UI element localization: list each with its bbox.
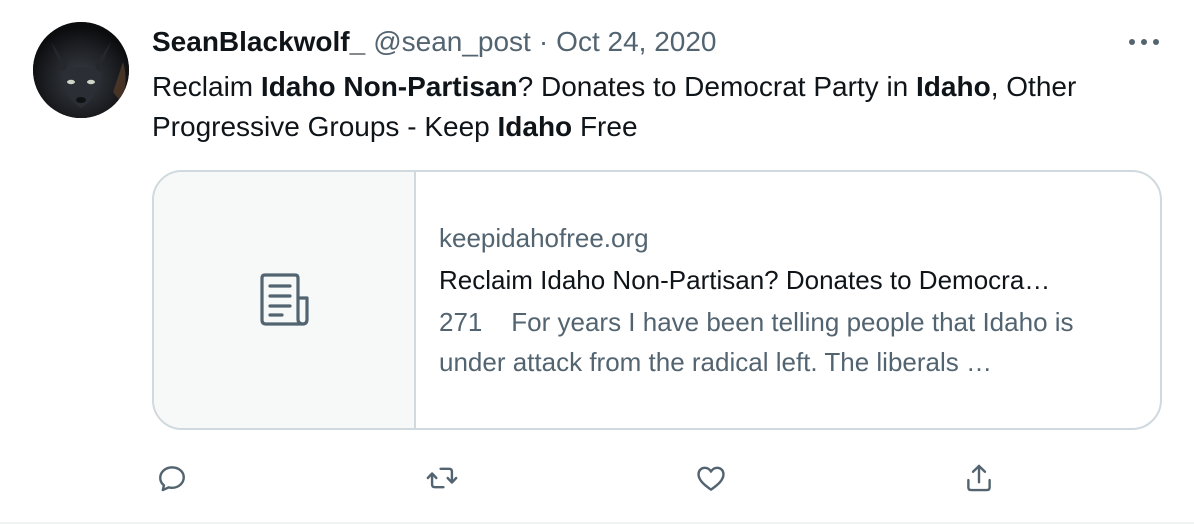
reply-button[interactable] <box>150 456 194 500</box>
share-icon <box>967 464 991 492</box>
tweet-text-highlight: Idaho <box>497 111 573 142</box>
like-button[interactable] <box>689 456 733 500</box>
tweet-date[interactable]: Oct 24, 2020 <box>556 24 716 60</box>
link-card[interactable]: keepidahofree.org Reclaim Idaho Non-Part… <box>152 170 1162 430</box>
article-icon <box>260 273 309 326</box>
tweet-text-segment: ? Donates to Democrat Party in <box>517 71 917 102</box>
tweet-text-highlight: Idaho <box>916 71 991 102</box>
tweet-header: SeanBlackwolf_ @sean_post · Oct 24, 2020 <box>152 24 717 60</box>
tweet-text-segment: Free <box>572 111 638 142</box>
card-body: keepidahofree.org Reclaim Idaho Non-Part… <box>439 220 1139 382</box>
separator-dot: · <box>538 26 549 57</box>
heart-icon <box>697 466 725 491</box>
retweet-icon <box>426 467 458 489</box>
tweet-text-highlight: Idaho Non-Partisan <box>260 71 518 102</box>
wolf-avatar-icon <box>33 22 129 118</box>
retweet-button[interactable] <box>420 456 464 500</box>
card-title: Reclaim Idaho Non-Partisan? Donates to D… <box>439 265 1051 295</box>
user-handle[interactable]: @sean_post <box>373 24 531 60</box>
tweet-text-segment: Reclaim <box>152 71 261 102</box>
card-domain: keepidahofree.org <box>439 223 649 253</box>
card-description: 271 For years I have been telling people… <box>439 307 1074 377</box>
tweet-text: Reclaim Idaho Non-Partisan? Donates to D… <box>152 67 1162 147</box>
more-horizontal-icon <box>1129 39 1159 45</box>
action-bar <box>0 456 1194 500</box>
card-thumbnail <box>154 172 416 428</box>
display-name[interactable]: SeanBlackwolf_ <box>152 24 365 60</box>
reply-icon <box>159 466 185 492</box>
avatar[interactable] <box>33 22 129 118</box>
more-options-button[interactable] <box>1124 30 1164 54</box>
tweet[interactable]: SeanBlackwolf_ @sean_post · Oct 24, 2020… <box>0 0 1194 524</box>
share-button[interactable] <box>957 456 1001 500</box>
